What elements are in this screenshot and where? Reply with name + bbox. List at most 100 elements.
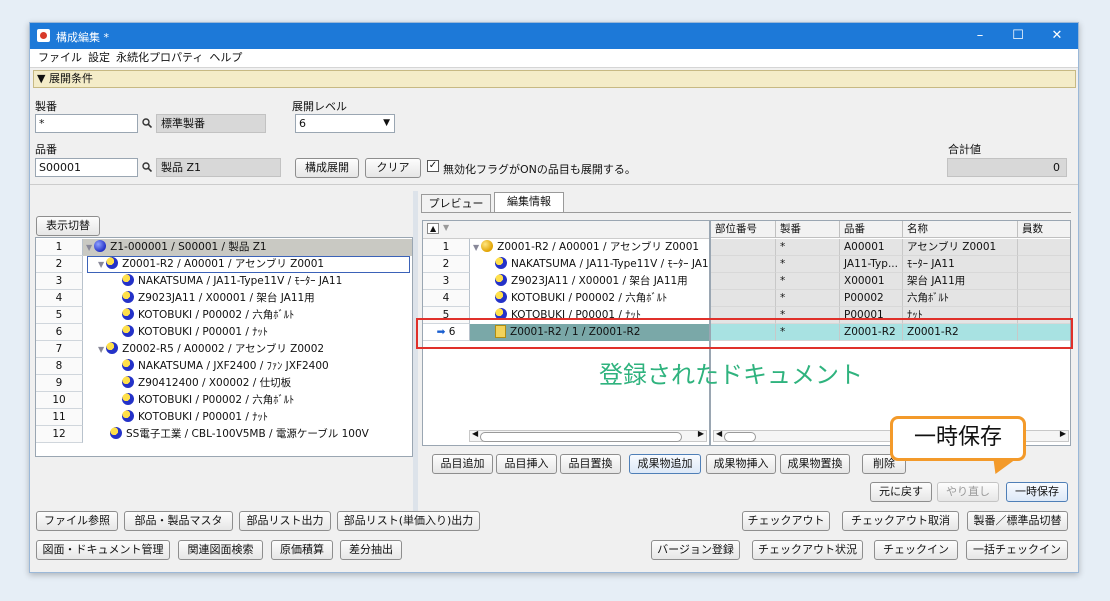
- bulk-checkin-button[interactable]: 一括チェックイン: [966, 540, 1068, 560]
- tab-preview[interactable]: プレビュー: [421, 194, 491, 212]
- column-header[interactable]: 部位番号: [711, 221, 776, 238]
- conditions-header[interactable]: ▼ 展開条件: [33, 70, 1076, 88]
- level-value: 6: [299, 117, 306, 130]
- parts-master-button[interactable]: 部品・製品マスタ: [124, 511, 233, 531]
- undo-button[interactable]: 元に戻す: [870, 482, 932, 502]
- part-icon: [495, 257, 507, 269]
- checkbox-label: 無効化フラグがONの品目も展開する。: [443, 163, 636, 176]
- splitter[interactable]: [413, 191, 418, 511]
- table-row[interactable]: 5 KOTOBUKI / P00002 / 六角ﾎﾞﾙﾄ: [36, 307, 412, 324]
- hinban-field[interactable]: S00001: [35, 158, 138, 177]
- search-icon[interactable]: [142, 162, 152, 172]
- left-tree-grid[interactable]: 1 ▼ Z1-000001 / S00001 / 製品 Z1 2 ▼ Z0001-R2 …: [35, 237, 413, 457]
- insert-deliverable-button[interactable]: 成果物挿入: [706, 454, 776, 474]
- table-row[interactable]: 3 NAKATSUMA / JA11-Type11V / ﾓｰﾀｰ JA11: [36, 273, 412, 290]
- table-row[interactable]: 11 KOTOBUKI / P00001 / ﾅｯﾄ: [36, 409, 412, 426]
- cancel-checkout-button[interactable]: チェックアウト取消: [842, 511, 959, 531]
- parts-list-output-button[interactable]: 部品リスト出力: [239, 511, 331, 531]
- part-icon: [122, 308, 134, 320]
- add-deliverable-button[interactable]: 成果物追加: [629, 454, 701, 474]
- checkout-button[interactable]: チェックアウト: [742, 511, 830, 531]
- drawing-doc-manage-button[interactable]: 図面・ドキュメント管理: [36, 540, 170, 560]
- close-button[interactable]: ✕: [1042, 26, 1072, 46]
- table-row[interactable]: 7 ▼ Z0002-R5 / A00002 / アセンブリ Z0002: [36, 341, 412, 358]
- maximize-button[interactable]: ☐: [1003, 26, 1033, 46]
- version-register-button[interactable]: バージョン登録: [651, 540, 740, 560]
- seiban-label: 製番: [35, 100, 57, 113]
- column-header[interactable]: 製番: [776, 221, 840, 238]
- table-row[interactable]: 1 ▼ Z0001-R2 / A00001 / アセンブリ Z0001: [423, 239, 709, 256]
- related-drawing-search-button[interactable]: 関連図面検索: [178, 540, 263, 560]
- table-row[interactable]: 9 Z90412400 / X00002 / 仕切板: [36, 375, 412, 392]
- menu-bar: ファイル 設定 永続化プロパティ ヘルプ: [30, 49, 1078, 68]
- replace-item-button[interactable]: 品目置換: [560, 454, 621, 474]
- seiban-readonly: 標準製番: [156, 114, 266, 133]
- level-select[interactable]: 6 ▼: [295, 114, 395, 133]
- table-row[interactable]: 4 KOTOBUKI / P00002 / 六角ﾎﾞﾙﾄ: [423, 290, 709, 307]
- part-icon: [122, 410, 134, 422]
- part-icon: [110, 427, 122, 439]
- part-icon: [122, 376, 134, 388]
- table-row[interactable]: 12 SS電子工業 / CBL-100V5MB / 電源ケーブル 100V: [36, 426, 412, 443]
- part-icon: [122, 325, 134, 337]
- callout-bubble: 一時保存: [890, 416, 1026, 461]
- assembly-icon: [106, 257, 119, 269]
- part-icon: [122, 274, 134, 286]
- level-label: 展開レベル: [292, 100, 347, 113]
- search-icon[interactable]: [142, 118, 152, 128]
- column-header[interactable]: 名称: [903, 221, 1018, 238]
- menu-persist[interactable]: 永続化プロパティ: [116, 49, 203, 67]
- table-row[interactable]: 6 KOTOBUKI / P00001 / ﾅｯﾄ: [36, 324, 412, 341]
- part-icon: [122, 393, 134, 405]
- table-row[interactable]: 8 NAKATSUMA / JXF2400 / ﾌｧﾝ JXF2400: [36, 358, 412, 375]
- temp-save-button[interactable]: 一時保存: [1006, 482, 1068, 502]
- menu-help[interactable]: ヘルプ: [209, 49, 242, 67]
- expand-button[interactable]: 構成展開: [295, 158, 359, 178]
- table-row[interactable]: 4 Z9023JA11 / X00001 / 架台 JA11用: [36, 290, 412, 307]
- table-row[interactable]: 3 Z9023JA11 / X00001 / 架台 JA11用: [423, 273, 709, 290]
- product-icon: [94, 240, 107, 252]
- menu-file[interactable]: ファイル: [38, 49, 82, 67]
- replace-deliverable-button[interactable]: 成果物置換: [780, 454, 850, 474]
- part-icon: [122, 359, 134, 371]
- file-reference-button[interactable]: ファイル参照: [36, 511, 118, 531]
- switch-standard-button[interactable]: 製番／標準品切替: [967, 511, 1068, 531]
- part-icon: [495, 291, 507, 303]
- insert-item-button[interactable]: 品目挿入: [496, 454, 557, 474]
- table-row[interactable]: 2 NAKATSUMA / JA11-Type11V / ﾓｰﾀｰ JA11: [423, 256, 709, 273]
- table-row[interactable]: 10 KOTOBUKI / P00002 / 六角ﾎﾞﾙﾄ: [36, 392, 412, 409]
- clear-button[interactable]: クリア: [365, 158, 421, 178]
- annotation-text: 登録されたドキュメント: [599, 361, 863, 389]
- minimize-button[interactable]: –: [965, 26, 995, 46]
- add-item-button[interactable]: 品目追加: [432, 454, 493, 474]
- menu-settings[interactable]: 設定: [88, 49, 110, 67]
- title-bar: 構成編集 * – ☐ ✕: [30, 23, 1078, 49]
- table-row[interactable]: 2 ▼ Z0001-R2 / A00001 / アセンブリ Z0001: [36, 256, 412, 273]
- checkout-status-button[interactable]: チェックアウト状況: [752, 540, 863, 560]
- table-row[interactable]: 1 ▼ Z1-000001 / S00001 / 製品 Z1: [36, 239, 412, 256]
- window-title: 構成編集 *: [56, 31, 109, 44]
- main-window: 構成編集 * – ☐ ✕ ファイル 設定 永続化プロパティ ヘルプ ▼ 展開条件 製番…: [29, 22, 1079, 573]
- part-icon: [122, 291, 134, 303]
- collapse-icon[interactable]: ▼: [443, 223, 449, 232]
- part-icon: [495, 274, 507, 286]
- highlight-box: [416, 318, 1073, 349]
- chevron-down-icon: ▼: [383, 118, 390, 128]
- app-icon: [37, 29, 50, 42]
- parts-list-price-output-button[interactable]: 部品リスト(単価入り)出力: [337, 511, 480, 531]
- cost-estimate-button[interactable]: 原価積算: [271, 540, 333, 560]
- hinban-readonly: 製品 Z1: [156, 158, 281, 177]
- diff-extract-button[interactable]: 差分抽出: [340, 540, 402, 560]
- horizontal-scrollbar[interactable]: ◀ ▶: [469, 429, 707, 442]
- redo-button[interactable]: やり直し: [937, 482, 999, 502]
- column-header[interactable]: 員数: [1018, 221, 1070, 238]
- seiban-field[interactable]: *: [35, 114, 138, 133]
- tab-edit-info[interactable]: 編集情報: [494, 192, 564, 212]
- checkbox-icon[interactable]: ✓: [427, 160, 439, 172]
- expand-icon[interactable]: ▲: [427, 223, 440, 234]
- column-header[interactable]: 品番: [840, 221, 903, 238]
- assembly-icon: [106, 342, 119, 354]
- checkin-button[interactable]: チェックイン: [874, 540, 958, 560]
- hinban-label: 品番: [35, 143, 57, 156]
- toggle-view-button[interactable]: 表示切替: [36, 216, 100, 236]
